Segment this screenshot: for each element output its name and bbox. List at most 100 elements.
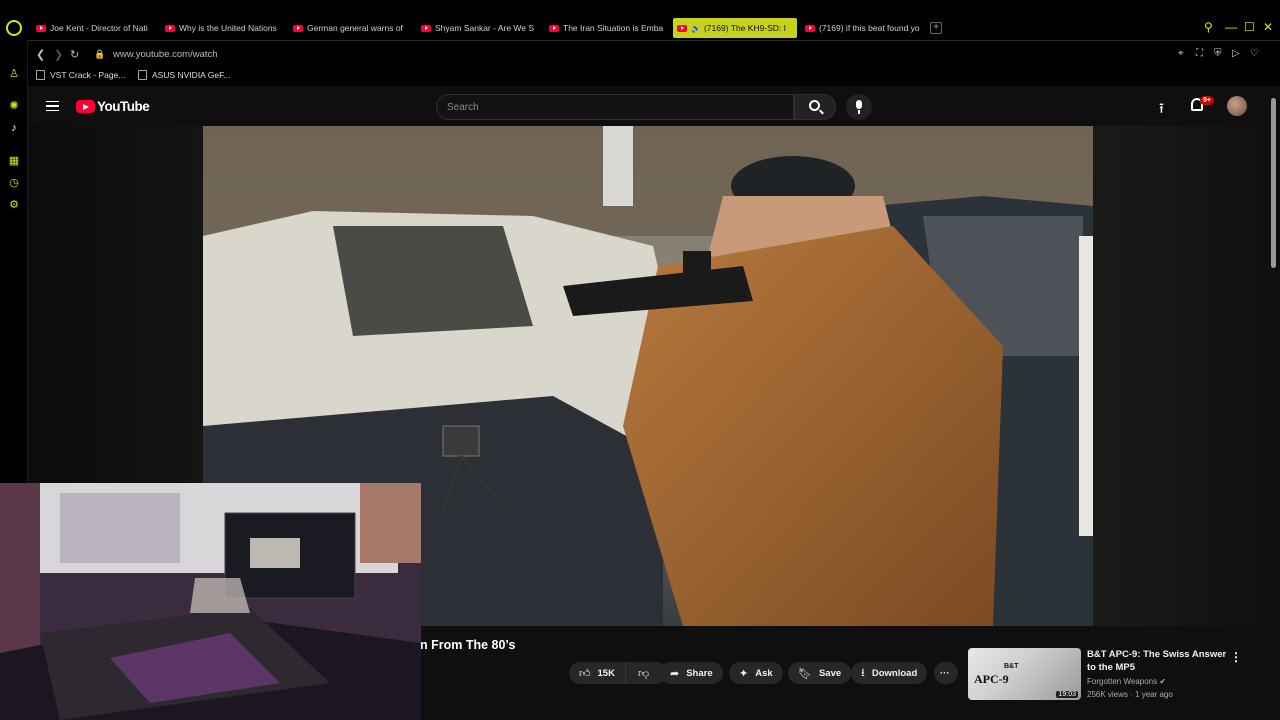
search-button[interactable] xyxy=(794,94,836,120)
recommended-meta: 256K views · 1 year ago xyxy=(1087,690,1173,699)
avatar[interactable] xyxy=(1227,96,1247,116)
download-label: Download xyxy=(871,667,918,679)
save-label: Save xyxy=(818,667,842,679)
recommended-channel[interactable]: Forgotten Weapons ✔ xyxy=(1087,677,1166,686)
thumb-brand-text: B&T xyxy=(1004,663,1019,670)
share-button[interactable]: ➦ Share xyxy=(660,662,723,684)
maximize-icon[interactable]: ☐ xyxy=(1244,20,1255,34)
tab-1[interactable]: Joe Kent - Director of Nati xyxy=(36,18,154,38)
bookmark-item[interactable]: VST Crack - Page... xyxy=(36,70,125,80)
tab-title: Joe Kent - Director of Nati xyxy=(50,23,148,33)
save-button[interactable]: 🔖︎ Save xyxy=(788,662,852,684)
tab-title: (7169) if this beat found yo xyxy=(819,23,920,33)
voice-search-button[interactable] xyxy=(846,94,872,120)
search-icon xyxy=(809,100,820,111)
url-field[interactable]: www.youtube.com/watch xyxy=(113,49,218,60)
tab-2[interactable]: Why is the United Nations xyxy=(165,18,283,38)
recommended-title[interactable]: B&T APC-9: The Swiss Answer to the MP5 xyxy=(1087,648,1237,674)
ask-button[interactable]: ✦ Ask xyxy=(729,662,783,684)
share-arrow-icon: ➦ xyxy=(670,667,680,680)
page-icon xyxy=(36,70,45,80)
webcam-frame xyxy=(0,483,421,720)
new-tab-button[interactable]: + xyxy=(930,22,942,34)
youtube-favicon-icon xyxy=(165,24,175,32)
bookmark-item[interactable]: ASUS NVIDIA GeF... xyxy=(138,70,230,80)
browser-logo-icon[interactable] xyxy=(6,20,22,36)
forward-arrow-icon[interactable]: ❯ xyxy=(54,48,63,61)
upload-icon[interactable]: ⭱ xyxy=(1159,98,1164,122)
share-label: Share xyxy=(686,667,713,679)
ai-assistant-icon[interactable]: ♙ xyxy=(8,68,20,80)
channel-name: Forgotten Weapons xyxy=(1087,677,1158,686)
close-icon[interactable]: ✕ xyxy=(1263,20,1273,34)
webcam-overlay xyxy=(0,483,421,720)
tiktok-icon[interactable]: ♪ xyxy=(8,122,20,134)
snapshot-icon[interactable]: ⛶ xyxy=(1196,48,1203,59)
youtube-favicon-icon xyxy=(421,24,431,32)
download-button[interactable]: ⭳ Download xyxy=(851,662,928,684)
menu-icon[interactable] xyxy=(46,101,59,111)
youtube-favicon-icon xyxy=(805,24,815,32)
bookmarks-bar: VST Crack - Page... ASUS NVIDIA GeF... xyxy=(28,66,1280,86)
back-arrow-icon[interactable]: ❮ xyxy=(36,48,45,61)
search-input[interactable]: Search xyxy=(436,94,794,120)
more-actions-button[interactable]: ··· xyxy=(934,662,958,684)
thumb-model-text: APC-9 xyxy=(974,672,1009,686)
scrollbar-thumb[interactable] xyxy=(1271,98,1276,268)
search-placeholder: Search xyxy=(447,102,479,113)
tab-title: Why is the United Nations xyxy=(179,23,277,33)
bookmark-icon: 🔖︎ xyxy=(798,667,812,680)
more-dots-icon: ··· xyxy=(940,667,950,679)
bookmark-label: VST Crack - Page... xyxy=(50,70,126,80)
pin-icon[interactable]: ⌖ xyxy=(1178,48,1184,59)
tab-title: The Iran Situation is Emba xyxy=(563,23,664,33)
shield-icon[interactable]: ⛨ xyxy=(1214,48,1222,59)
verified-check-icon: ✔ xyxy=(1159,677,1167,686)
heart-icon[interactable]: ♡ xyxy=(1250,48,1259,59)
speaker-icon[interactable]: 🔊 xyxy=(691,24,701,33)
tab-5[interactable]: The Iran Situation is Emba xyxy=(549,18,667,38)
ask-label: Ask xyxy=(755,667,773,679)
history-icon[interactable]: ◷ xyxy=(8,177,20,189)
download-icon: ⭳ xyxy=(861,666,865,679)
notification-badge: 9+ xyxy=(1200,96,1214,105)
address-bar: ❮ ❯ ↻ 🔒 www.youtube.com/watch ⌖ ⛶ ⛨ ▷ ♡ xyxy=(28,40,1280,66)
browser-tab-bar: Joe Kent - Director of Nati Why is the U… xyxy=(0,0,1280,40)
bookmark-label: ASUS NVIDIA GeF... xyxy=(152,70,231,80)
tab-6-active[interactable]: 🔊 (7169) The KH9-SD: I xyxy=(673,18,797,38)
tab-title: German general warns of xyxy=(307,23,403,33)
duration-badge: 19:03 xyxy=(1056,691,1078,698)
more-options-icon[interactable]: ⋮ xyxy=(1230,650,1242,664)
sparkle-icon: ✦ xyxy=(739,667,749,680)
page-icon xyxy=(138,70,147,80)
thumbs-up-icon: 👍︎ xyxy=(579,667,591,680)
youtube-favicon-icon xyxy=(677,24,687,32)
chatgpt-icon[interactable]: ✺ xyxy=(8,100,20,112)
tab-search-icon[interactable]: ⚲ xyxy=(1204,20,1213,34)
youtube-header: YouTube Search ⭱ 9+ xyxy=(28,86,1268,126)
tab-title: Shyam Sankar - Are We S xyxy=(435,23,535,33)
video-title: n From The 80’s xyxy=(420,638,516,652)
youtube-favicon-icon xyxy=(549,24,559,32)
logo-text: YouTube xyxy=(97,99,150,114)
page-scrollbar[interactable] xyxy=(1268,86,1280,720)
reload-icon[interactable]: ↻ xyxy=(70,48,79,61)
player-icon[interactable]: ▷ xyxy=(1232,48,1240,59)
lock-icon[interactable]: 🔒 xyxy=(94,49,105,60)
recommended-video[interactable]: B&T APC-9 19:03 B&T APC-9: The Swiss Ans… xyxy=(968,648,1268,708)
tab-title: (7169) The KH9-SD: I xyxy=(703,23,787,33)
player-backdrop-right xyxy=(1093,126,1268,626)
youtube-favicon-icon xyxy=(36,24,46,32)
tab-3[interactable]: German general warns of xyxy=(293,18,411,38)
tab-4[interactable]: Shyam Sankar - Are We S xyxy=(421,18,539,38)
minimize-icon[interactable]: — xyxy=(1225,20,1237,34)
thumbs-down-icon: 👎︎ xyxy=(638,667,650,680)
tab-7[interactable]: (7169) if this beat found yo xyxy=(805,18,923,38)
youtube-favicon-icon xyxy=(293,24,303,32)
like-count: 15K xyxy=(597,667,615,679)
youtube-logo[interactable]: YouTube xyxy=(76,99,150,114)
video-thumbnail[interactable]: B&T APC-9 19:03 xyxy=(968,648,1081,700)
youtube-play-icon xyxy=(76,100,95,113)
settings-gear-icon[interactable]: ⚙ xyxy=(8,199,20,211)
workspaces-icon[interactable]: ▦ xyxy=(8,155,20,167)
